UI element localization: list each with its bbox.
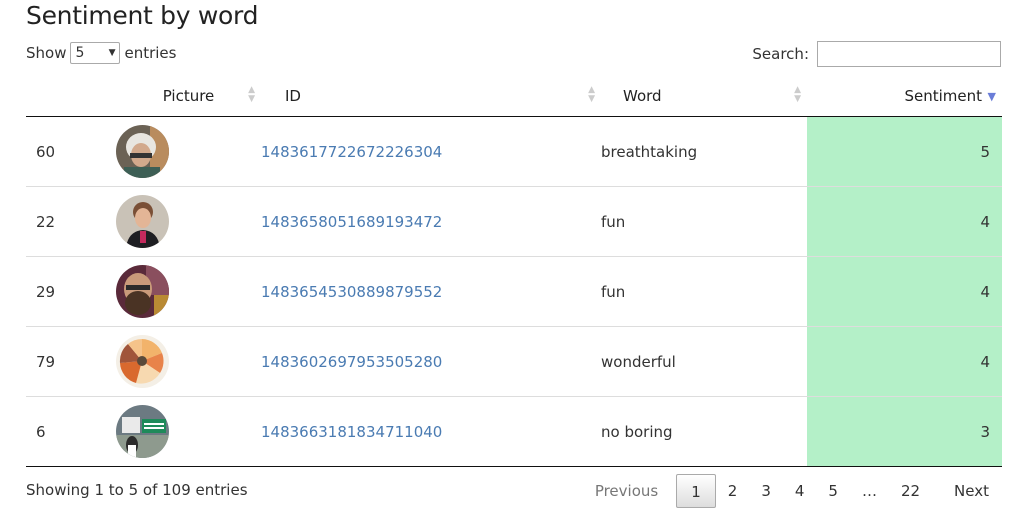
page-button[interactable]: 5 — [816, 474, 850, 508]
table-info: Showing 1 to 5 of 109 entries — [26, 481, 248, 499]
table-row: 60 1483617722672226304 breathtaking 5 — [26, 116, 1002, 187]
row-number-header — [26, 76, 116, 117]
row-number: 22 — [26, 186, 116, 257]
picture-cell — [116, 256, 261, 327]
entries-select-value: 5 — [75, 45, 85, 61]
row-number: 29 — [26, 256, 116, 327]
entries-select[interactable]: 5 ▼ — [70, 42, 121, 64]
word-cell: fun — [601, 256, 807, 327]
sentiment-cell: 4 — [807, 256, 1002, 327]
pagination-ellipsis: … — [861, 482, 877, 500]
pagination: Previous 1 2 3 4 5 … 22 Next — [583, 474, 1001, 508]
id-header-label: ID — [285, 87, 301, 105]
id-cell: 1483663181834711040 — [261, 396, 601, 467]
tweet-id-link[interactable]: 1483654530889879552 — [261, 283, 442, 301]
search-control: Search: — [752, 41, 1001, 67]
table-row: 79 1483602697953505280 wonderful 4 — [26, 326, 1002, 397]
tweet-id-link[interactable]: 1483658051689193472 — [261, 213, 442, 231]
sort-both-icon: ▲ ▼ — [588, 85, 595, 104]
row-number: 60 — [26, 116, 116, 187]
page-title: Sentiment by word — [26, 1, 259, 30]
show-label: Show — [26, 44, 67, 62]
sentiment-cell: 4 — [807, 326, 1002, 397]
sentiment-cell: 3 — [807, 396, 1002, 467]
tweet-id-link[interactable]: 1483617722672226304 — [261, 143, 442, 161]
id-cell: 1483658051689193472 — [261, 186, 601, 257]
avatar-pie-chart-icon — [116, 335, 169, 388]
previous-button[interactable]: Previous — [583, 474, 676, 508]
page-button-last[interactable]: 22 — [889, 474, 932, 508]
sort-both-icon: ▲ ▼ — [248, 85, 255, 104]
picture-cell — [116, 396, 261, 467]
word-cell: wonderful — [601, 326, 807, 397]
word-header-label: Word — [623, 87, 662, 105]
sentiment-column-header[interactable]: Sentiment ▼ — [807, 76, 1002, 117]
sentiment-cell: 5 — [807, 116, 1002, 187]
picture-header-label: Picture — [162, 87, 215, 105]
table-row: 22 1483658051689193472 fun 4 — [26, 186, 1002, 257]
word-column-header[interactable]: Word ▲ ▼ — [601, 76, 807, 117]
page-button[interactable]: 2 — [716, 474, 750, 508]
page-button[interactable]: 4 — [783, 474, 817, 508]
search-input[interactable] — [817, 41, 1001, 67]
picture-cell — [116, 116, 261, 187]
sort-descending-icon: ▼ — [987, 90, 996, 103]
id-column-header[interactable]: ID ▲ ▼ — [261, 76, 601, 117]
page-button-current[interactable]: 1 — [676, 474, 716, 508]
picture-cell — [116, 326, 261, 397]
entries-label: entries — [124, 44, 177, 62]
table-row: 6 1483663181834711040 no boring 3 — [26, 396, 1002, 467]
word-cell: breathtaking — [601, 116, 807, 187]
tweet-id-link[interactable]: 1483663181834711040 — [261, 423, 442, 441]
word-cell: no boring — [601, 396, 807, 467]
picture-column-header[interactable]: Picture ▲ ▼ — [116, 76, 261, 117]
data-table: Picture ▲ ▼ ID ▲ ▼ Word ▲ ▼ Sentiment ▼ 60 — [26, 76, 1002, 467]
search-label: Search: — [752, 45, 809, 63]
table-row: 29 1483654530889879552 fun 4 — [26, 256, 1002, 327]
table-header-row: Picture ▲ ▼ ID ▲ ▼ Word ▲ ▼ Sentiment ▼ — [26, 76, 1002, 117]
row-number: 6 — [26, 396, 116, 467]
avatar-bearded-icon — [116, 265, 169, 318]
tweet-id-link[interactable]: 1483602697953505280 — [261, 353, 442, 371]
id-cell: 1483617722672226304 — [261, 116, 601, 187]
row-number: 79 — [26, 326, 116, 397]
dropdown-arrow-icon: ▼ — [108, 48, 116, 58]
avatar-sign-icon — [116, 405, 169, 458]
sentiment-cell: 4 — [807, 186, 1002, 257]
length-control: Show 5 ▼ entries — [26, 42, 176, 64]
id-cell: 1483602697953505280 — [261, 326, 601, 397]
sort-both-icon: ▲ ▼ — [794, 85, 801, 104]
page-button[interactable]: 3 — [749, 474, 783, 508]
avatar-grey-hair-icon — [116, 125, 169, 178]
avatar-person-icon — [116, 195, 169, 248]
word-cell: fun — [601, 186, 807, 257]
picture-cell — [116, 186, 261, 257]
next-button[interactable]: Next — [932, 474, 1001, 508]
id-cell: 1483654530889879552 — [261, 256, 601, 327]
